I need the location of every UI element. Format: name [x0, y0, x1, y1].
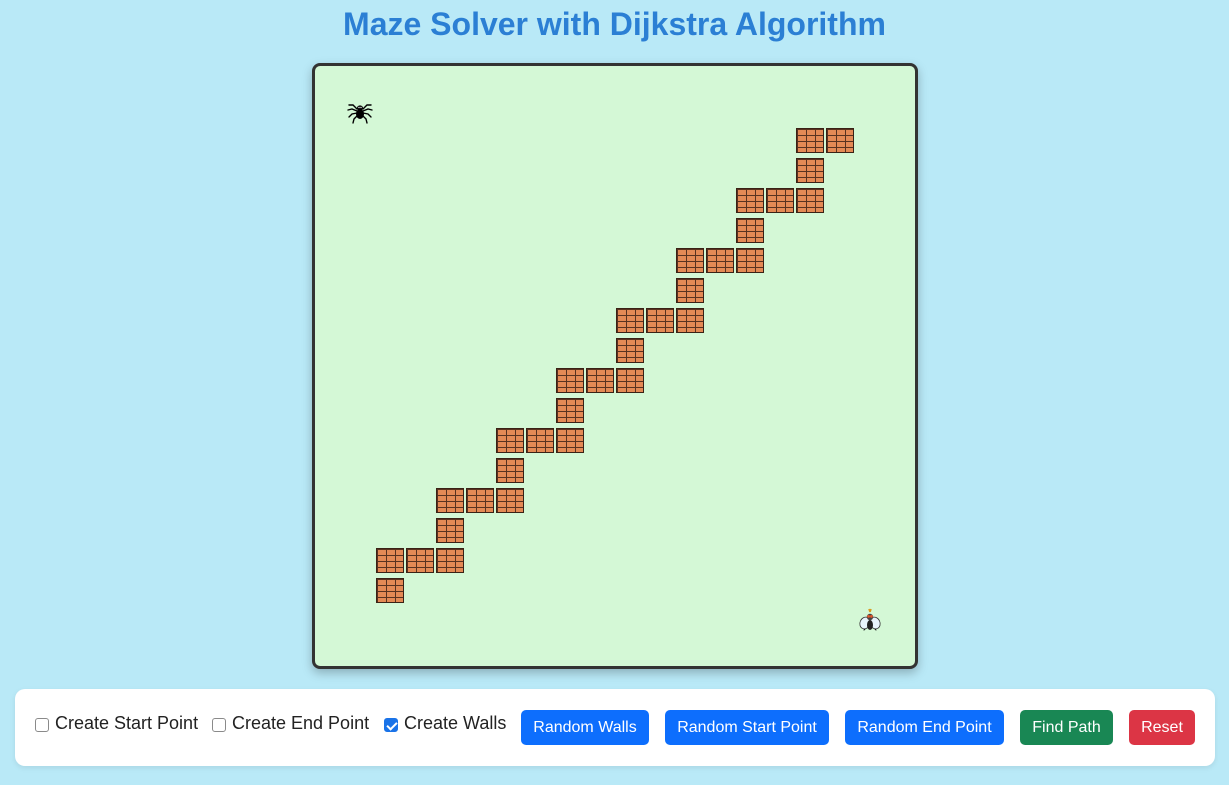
wall-cell[interactable] [465, 486, 495, 516]
control-panel: Create Start Point Create End Point Crea… [15, 689, 1215, 766]
wall-cell[interactable] [375, 576, 405, 606]
random-end-point-button[interactable]: Random End Point [845, 710, 1004, 745]
brick-wall-icon [556, 368, 584, 393]
fly-cell[interactable] [855, 606, 885, 636]
wall-cell[interactable] [585, 366, 615, 396]
brick-wall-icon [616, 308, 644, 333]
create-walls-checkbox[interactable]: Create Walls [384, 711, 506, 735]
spider-icon [345, 96, 375, 126]
brick-wall-icon [796, 128, 824, 153]
wall-cell[interactable] [675, 306, 705, 336]
brick-wall-icon [436, 518, 464, 543]
brick-wall-icon [736, 248, 764, 273]
reset-button[interactable]: Reset [1129, 710, 1195, 745]
wall-cell[interactable] [735, 216, 765, 246]
create-walls-label: Create Walls [404, 712, 507, 733]
create-start-checkbox-box[interactable] [35, 718, 49, 732]
wall-cell[interactable] [765, 186, 795, 216]
brick-wall-icon [466, 488, 494, 513]
wall-cell[interactable] [615, 336, 645, 366]
brick-wall-icon [796, 188, 824, 213]
create-walls-checkbox-box[interactable] [384, 718, 398, 732]
wall-cell[interactable] [615, 306, 645, 336]
create-start-label: Create Start Point [55, 712, 199, 733]
wall-cell[interactable] [435, 516, 465, 546]
wall-cell[interactable] [525, 426, 555, 456]
random-walls-button[interactable]: Random Walls [521, 710, 649, 745]
wall-cell[interactable] [405, 546, 435, 576]
wall-cell[interactable] [615, 366, 645, 396]
wall-cell[interactable] [555, 426, 585, 456]
brick-wall-icon [436, 488, 464, 513]
wall-cell[interactable] [675, 246, 705, 276]
brick-wall-icon [556, 398, 584, 423]
brick-wall-icon [736, 218, 764, 243]
wall-cell[interactable] [435, 546, 465, 576]
brick-wall-icon [376, 548, 404, 573]
brick-wall-icon [616, 338, 644, 363]
wall-cell[interactable] [795, 156, 825, 186]
brick-wall-icon [496, 428, 524, 453]
wall-cell[interactable] [675, 276, 705, 306]
wall-cell[interactable] [825, 126, 855, 156]
wall-cell[interactable] [705, 246, 735, 276]
wall-cell[interactable] [645, 306, 675, 336]
create-end-checkbox-box[interactable] [212, 718, 226, 732]
brick-wall-icon [526, 428, 554, 453]
brick-wall-icon [616, 368, 644, 393]
create-end-label: Create End Point [232, 712, 370, 733]
brick-wall-icon [556, 428, 584, 453]
wall-cell[interactable] [555, 366, 585, 396]
brick-wall-icon [436, 548, 464, 573]
brick-wall-icon [496, 488, 524, 513]
wall-cell[interactable] [735, 186, 765, 216]
brick-wall-icon [736, 188, 764, 213]
brick-wall-icon [376, 578, 404, 603]
wall-cell[interactable] [375, 546, 405, 576]
spider-cell[interactable] [345, 96, 375, 126]
brick-wall-icon [586, 368, 614, 393]
find-path-button[interactable]: Find Path [1020, 710, 1113, 745]
maze-grid[interactable] [312, 63, 918, 669]
wall-cell[interactable] [795, 186, 825, 216]
brick-wall-icon [646, 308, 674, 333]
wall-cell[interactable] [495, 426, 525, 456]
wall-cell[interactable] [435, 486, 465, 516]
brick-wall-icon [826, 128, 854, 153]
wall-cell[interactable] [495, 486, 525, 516]
brick-wall-icon [406, 548, 434, 573]
wall-cell[interactable] [555, 396, 585, 426]
brick-wall-icon [796, 158, 824, 183]
brick-wall-icon [676, 248, 704, 273]
create-end-checkbox[interactable]: Create End Point [212, 711, 369, 735]
brick-wall-icon [706, 248, 734, 273]
brick-wall-icon [766, 188, 794, 213]
brick-wall-icon [676, 278, 704, 303]
wall-cell[interactable] [735, 246, 765, 276]
brick-wall-icon [676, 308, 704, 333]
create-start-checkbox[interactable]: Create Start Point [35, 711, 198, 735]
fly-icon [855, 606, 885, 636]
page-title: Maze Solver with Dijkstra Algorithm [343, 6, 886, 42]
brick-wall-icon [496, 458, 524, 483]
random-start-point-button[interactable]: Random Start Point [665, 710, 829, 745]
wall-cell[interactable] [495, 456, 525, 486]
wall-cell[interactable] [795, 126, 825, 156]
